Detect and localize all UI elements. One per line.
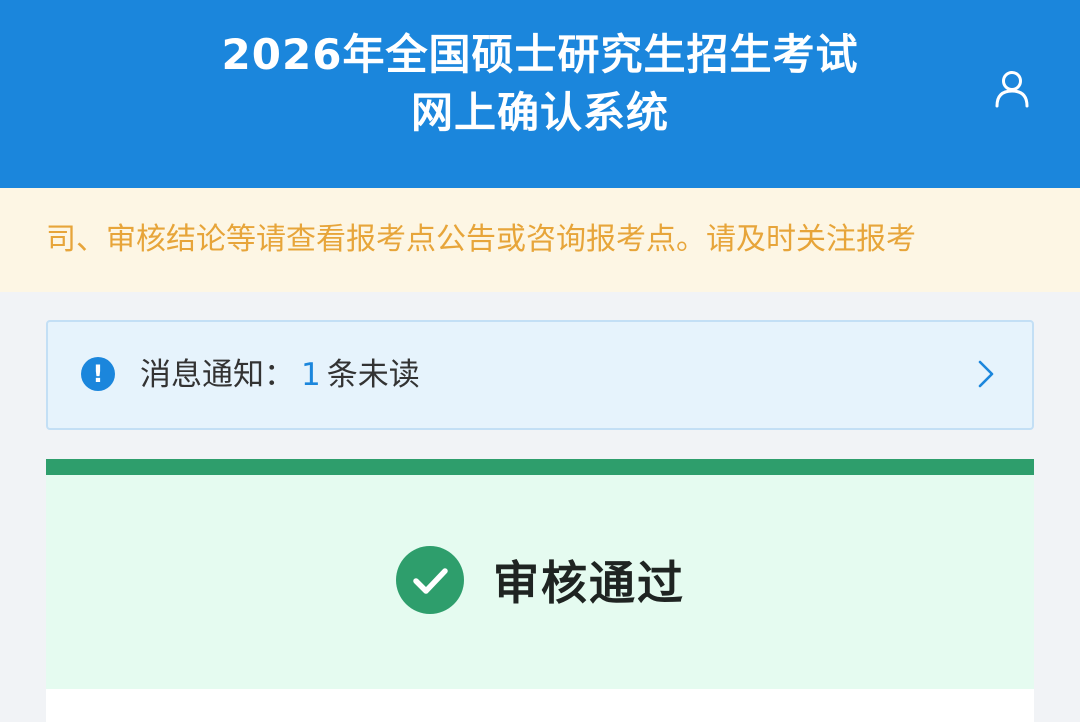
status-text: 审核通过 (493, 556, 685, 610)
message-text: 消息通知： 1 条未读 (140, 352, 420, 398)
notice-bar: 司、审核结论等请查看报考点公告或咨询报考点。请及时关注报考 (0, 188, 1080, 292)
title-line-2: 网上确认系统 (410, 88, 669, 137)
unread-count: 1 (301, 357, 321, 393)
app-header: 2026年全国硕士研究生招生考试 网上确认系统 (0, 0, 1080, 188)
page-title: 2026年全国硕士研究生招生考试 网上确认系统 (0, 26, 1080, 142)
notice-text: 司、审核结论等请查看报考点公告或咨询报考点。请及时关注报考 (46, 222, 916, 257)
message-notification[interactable]: ! 消息通知： 1 条未读 (46, 320, 1034, 430)
review-status-card: 审核通过 (46, 459, 1034, 689)
user-profile-button[interactable] (992, 68, 1032, 108)
details-card (46, 689, 1034, 722)
info-icon: ! (81, 357, 115, 391)
message-suffix: 条未读 (326, 357, 420, 393)
message-label: 消息通知： (140, 357, 295, 393)
title-line-1: 2026年全国硕士研究生招生考试 (221, 30, 859, 79)
chevron-right-icon (978, 360, 994, 388)
check-circle-icon (396, 546, 464, 614)
status-row: 审核通过 (46, 545, 1034, 617)
user-icon (995, 71, 1029, 108)
status-card-accent-bar (46, 459, 1034, 475)
